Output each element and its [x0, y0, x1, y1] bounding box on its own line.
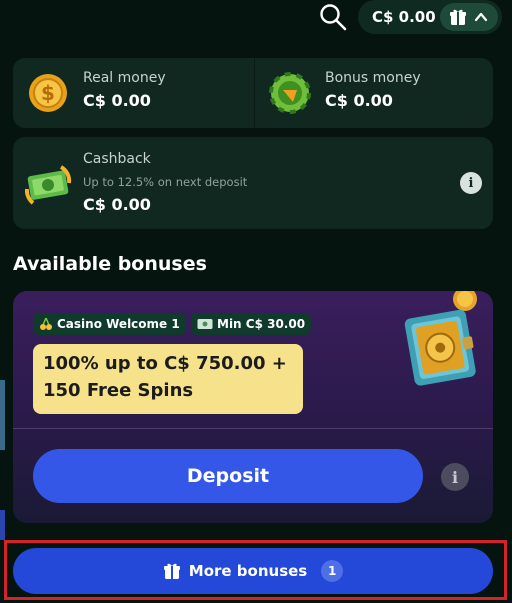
cashback-icon	[25, 165, 72, 205]
bonus-name-label: Casino Welcome 1	[57, 317, 180, 331]
gift-icon	[450, 9, 466, 25]
bonus-name-tag: Casino Welcome 1	[33, 313, 186, 335]
cashback-subtitle: Up to 12.5% on next deposit	[83, 175, 248, 189]
balance-pill[interactable]: C$ 0.00	[358, 0, 502, 34]
search-icon	[320, 4, 347, 31]
banknote-icon	[197, 319, 213, 329]
bonus-info-icon[interactable]: i	[441, 463, 469, 491]
balance-amount: C$ 0.00	[372, 8, 436, 26]
cashback-card: Cashback Up to 12.5% on next deposit C$ …	[13, 137, 493, 229]
offer-headline: 100% up to C$ 750.00 + 150 Free Spins	[33, 344, 303, 414]
section-title: Available bonuses	[13, 253, 207, 275]
gift-icon	[163, 563, 180, 579]
cherry-icon	[40, 317, 52, 330]
bonus-offer-card: Casino Welcome 1 Min C$ 30.00 100% up to…	[13, 291, 493, 523]
real-money-value: C$ 0.00	[83, 91, 151, 110]
count-badge: 1	[321, 560, 344, 582]
edge-decoration	[0, 380, 5, 450]
bonus-money-value: C$ 0.00	[325, 91, 393, 110]
safe-icon	[404, 291, 477, 386]
top-bar: C$ 0.00	[0, 0, 512, 44]
cashback-title: Cashback	[83, 151, 151, 167]
svg-text:$: $	[41, 81, 55, 105]
search-button[interactable]	[318, 2, 348, 32]
min-deposit-label: Min C$ 30.00	[217, 317, 306, 331]
min-deposit-tag: Min C$ 30.00	[191, 313, 312, 335]
chevron-up-icon	[474, 12, 488, 22]
real-money-label: Real money	[83, 70, 166, 86]
wallet-card: $ Real money C$ 0.00 Bonus money C$ 0.00	[13, 58, 493, 128]
bonus-money-panel: Bonus money C$ 0.00	[254, 58, 493, 128]
chip-icon	[269, 72, 311, 114]
bonus-money-label: Bonus money	[325, 70, 421, 86]
edge-decoration-2	[0, 510, 5, 540]
coin-icon: $	[29, 74, 67, 112]
deposit-button[interactable]: Deposit	[33, 449, 423, 503]
divider	[13, 428, 493, 429]
cashback-value: C$ 0.00	[83, 195, 151, 214]
real-money-panel: $ Real money C$ 0.00	[13, 58, 253, 128]
more-bonuses-button[interactable]: More bonuses 1	[13, 548, 493, 594]
info-icon[interactable]: i	[460, 172, 482, 194]
wallet-toggle-button[interactable]	[440, 3, 498, 31]
more-bonuses-label: More bonuses	[188, 562, 308, 580]
